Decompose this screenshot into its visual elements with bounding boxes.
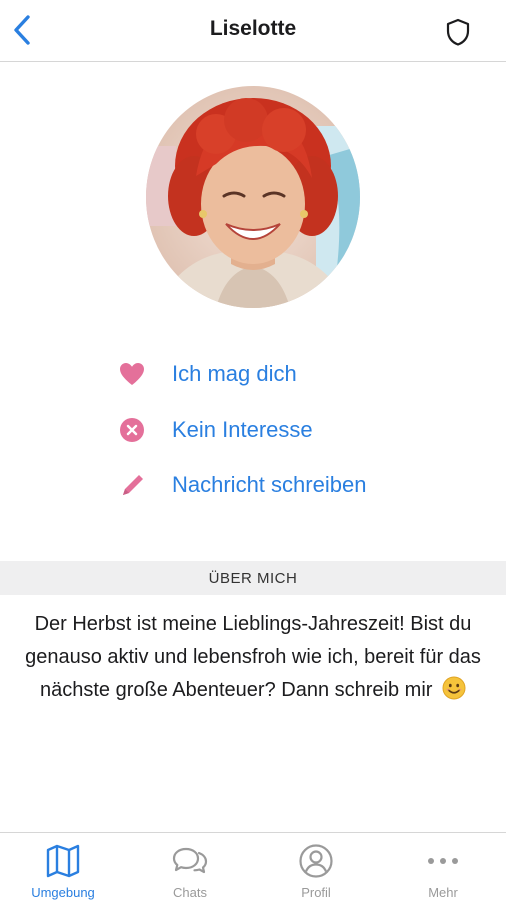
- tab-label-mehr: Mehr: [428, 885, 458, 900]
- like-button[interactable]: Ich mag dich: [118, 352, 418, 396]
- tab-label-chats: Chats: [173, 885, 207, 900]
- no-interest-label: Kein Interesse: [172, 417, 313, 442]
- more-icon: [428, 858, 458, 864]
- section-header: ÜBER MICH: [0, 561, 506, 595]
- write-message-label: Nachricht schreiben: [172, 472, 367, 497]
- like-label: Ich mag dich: [172, 361, 297, 386]
- smiley-emoji-icon: [442, 676, 466, 700]
- pencil-icon: [123, 475, 143, 495]
- person-circle-icon: [299, 844, 333, 878]
- tab-chats[interactable]: Chats: [127, 833, 253, 901]
- heart-icon: [120, 363, 144, 385]
- about-text-block: Der Herbst ist meine Lieblings-Jahreszei…: [18, 608, 488, 707]
- tab-label-profil: Profil: [301, 885, 331, 900]
- navigation-bar: Liselotte: [0, 0, 506, 62]
- chat-bubbles-icon: [172, 847, 208, 874]
- tab-bar: Umgebung Chats Profil Mehr: [0, 832, 506, 901]
- tab-umgebung[interactable]: Umgebung: [0, 833, 126, 901]
- section-title: ÜBER MICH: [208, 570, 298, 587]
- x-circle-icon: [120, 418, 144, 442]
- tab-label-umgebung: Umgebung: [31, 885, 95, 900]
- write-message-button[interactable]: Nachricht schreiben: [118, 463, 418, 507]
- profile-photo[interactable]: [146, 86, 360, 308]
- no-interest-button[interactable]: Kein Interesse: [118, 408, 418, 452]
- map-icon: [46, 844, 80, 878]
- tab-profil[interactable]: Profil: [253, 833, 379, 901]
- about-text: Der Herbst ist meine Lieblings-Jahreszei…: [25, 613, 481, 701]
- tab-mehr[interactable]: Mehr: [380, 833, 506, 901]
- shield-icon[interactable]: [444, 17, 472, 47]
- page-title: Liselotte: [209, 17, 297, 40]
